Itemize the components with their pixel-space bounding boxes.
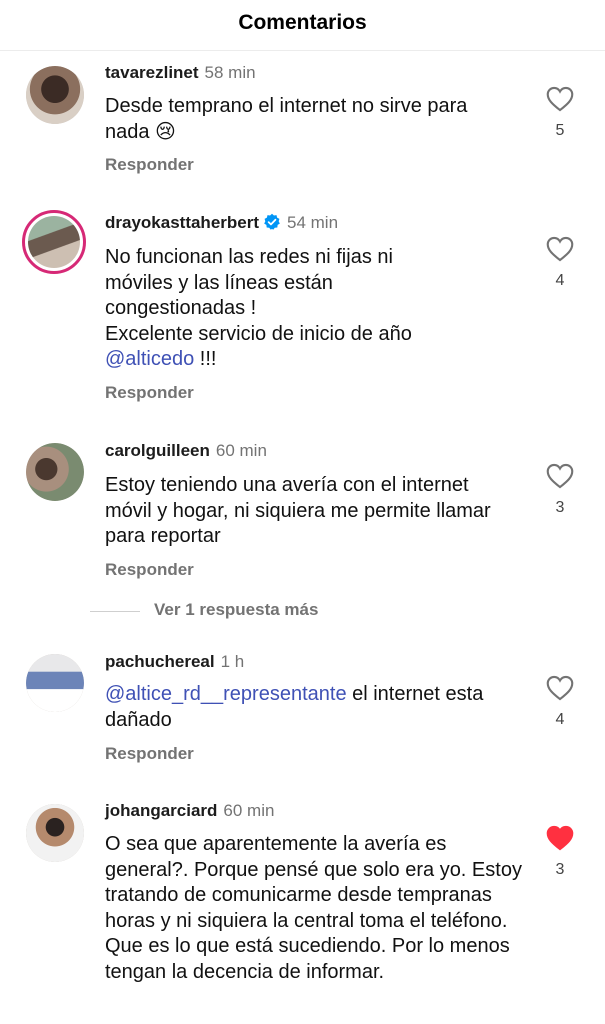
comment-text-line: móviles y las líneas están	[105, 271, 333, 294]
heart-filled-icon[interactable]	[546, 825, 574, 851]
comment-username[interactable]: drayokasttaherbert	[105, 213, 259, 232]
like-count: 3	[555, 861, 565, 878]
reply-button[interactable]: Responder	[105, 559, 194, 581]
reply-button[interactable]: Responder	[105, 743, 194, 765]
like-count: 3	[555, 499, 565, 516]
mention-link[interactable]: @alticedo	[105, 348, 194, 370]
comment-text: O sea que aparentemente la avería es gen…	[105, 833, 522, 983]
comment-username[interactable]: carolguilleen	[105, 441, 210, 460]
verified-badge-icon	[264, 213, 280, 230]
replies-divider	[90, 611, 140, 612]
header: Comentarios	[0, 0, 605, 48]
comment-text: Desde temprano el internet no sirve para…	[105, 95, 468, 143]
comment-text-line: No funcionan las redes ni fijas ni	[105, 246, 393, 268]
comment-time: 60 min	[215, 441, 267, 460]
avatar[interactable]	[26, 804, 84, 862]
heart-icon[interactable]	[546, 236, 574, 262]
reply-button[interactable]: Responder	[105, 154, 194, 176]
view-more-replies-label[interactable]: Ver 1 respuesta más	[154, 600, 318, 620]
like-count: 4	[555, 711, 565, 728]
comment-text: No funcionan las redes ni fijas ni móvil…	[105, 245, 525, 373]
comment-text-suffix: !!!	[194, 348, 217, 370]
avatar[interactable]	[26, 654, 84, 712]
comment-time: 1 h	[220, 652, 245, 671]
avatar[interactable]	[26, 443, 84, 501]
view-more-replies[interactable]: Ver 1 respuesta más	[90, 598, 510, 624]
comment-text-line: congestionadas !	[105, 297, 257, 319]
comment-time: 58 min	[204, 63, 256, 82]
comment-text-line: Excelente servicio de inicio de año	[105, 322, 412, 345]
avatar[interactable]	[22, 210, 86, 274]
comment-username[interactable]: johangarciard	[105, 801, 217, 820]
reply-button[interactable]: Responder	[105, 382, 194, 404]
comment-time: 54 min	[287, 213, 339, 232]
header-divider	[0, 50, 605, 51]
heart-icon[interactable]	[546, 86, 574, 112]
mention-link[interactable]: @altice_rd__representante	[105, 683, 347, 705]
comment-username[interactable]: pachuchereal	[105, 652, 215, 671]
heart-icon[interactable]	[546, 463, 574, 489]
like-count: 5	[555, 122, 565, 139]
page-title: Comentarios	[238, 11, 367, 34]
comment-text: Estoy teniendo una avería con el interne…	[105, 474, 491, 547]
comment-username[interactable]: tavarezlinet	[105, 63, 199, 82]
comment-time: 60 min	[223, 801, 275, 820]
avatar[interactable]	[26, 66, 84, 124]
comment-text: @altice_rd__representante el internet es…	[105, 682, 525, 733]
heart-icon[interactable]	[546, 675, 574, 701]
like-count: 4	[555, 272, 565, 289]
